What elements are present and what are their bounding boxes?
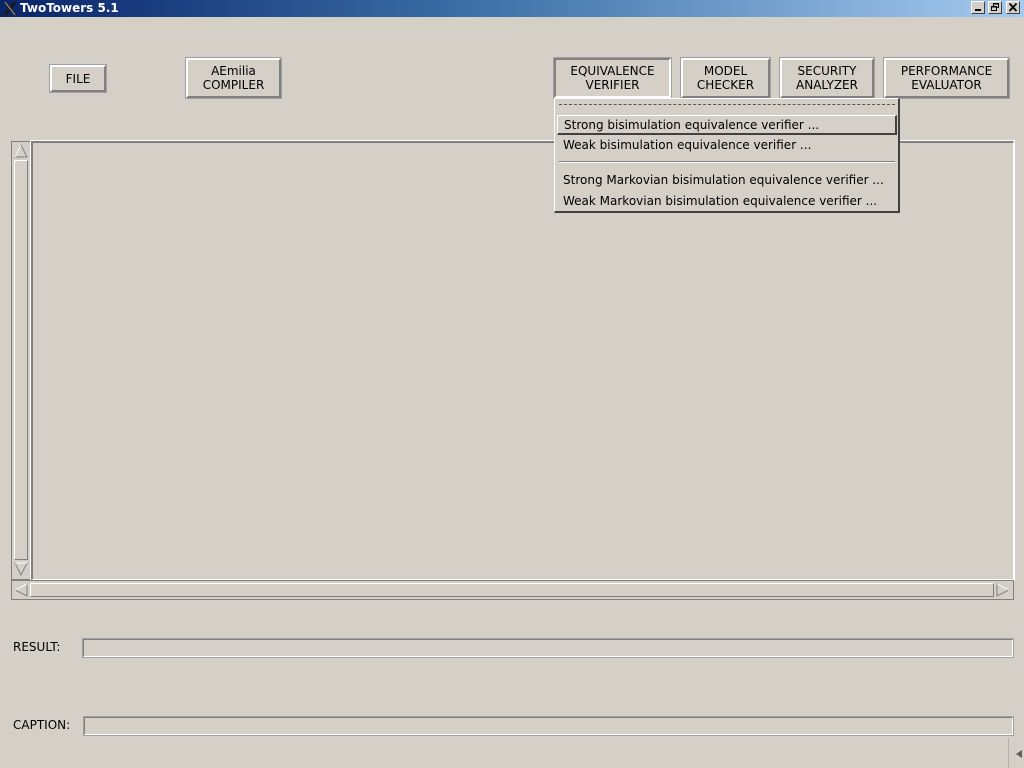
scroll-right-arrow-icon[interactable] xyxy=(996,583,1010,597)
menu-item-weak-markovian-bisimulation[interactable]: Weak Markovian bisimulation equivalence … xyxy=(557,192,897,212)
minimize-icon xyxy=(975,9,981,11)
close-button[interactable] xyxy=(1006,1,1020,14)
menu-tearoff[interactable] xyxy=(559,104,895,105)
caption-label: CAPTION: xyxy=(13,718,71,732)
horizontal-scroll-thumb[interactable] xyxy=(30,583,994,597)
model-checker-button[interactable]: MODEL CHECKER xyxy=(680,57,771,99)
window-title: TwoTowers 5.1 xyxy=(20,1,119,15)
menu-item-strong-markovian-bisimulation[interactable]: Strong Markovian bisimulation equivalenc… xyxy=(557,171,897,191)
vertical-scroll-thumb[interactable] xyxy=(14,160,28,560)
equivalence-verifier-menu: Strong bisimulation equivalence verifier… xyxy=(554,98,900,213)
result-label: RESULT: xyxy=(13,640,61,654)
menu-item-weak-bisimulation[interactable]: Weak bisimulation equivalence verifier .… xyxy=(557,136,897,156)
twotowers-window: TwoTowers 5.1 FILE AEmilia COMPILER EQUI… xyxy=(0,0,1024,768)
scroll-down-arrow-icon[interactable] xyxy=(14,562,28,576)
small-left-arrow-icon xyxy=(1016,750,1022,758)
title-bar[interactable]: TwoTowers 5.1 xyxy=(0,0,1024,17)
horizontal-scrollbar[interactable] xyxy=(11,580,1014,600)
minimize-button[interactable] xyxy=(971,1,985,14)
corner-grip[interactable] xyxy=(1008,738,1024,768)
equivalence-verifier-button[interactable]: EQUIVALENCE VERIFIER xyxy=(553,57,672,99)
menu-item-strong-bisimulation[interactable]: Strong bisimulation equivalence verifier… xyxy=(557,115,897,135)
scroll-up-arrow-icon[interactable] xyxy=(14,144,28,158)
performance-evaluator-button[interactable]: PERFORMANCE EVALUATOR xyxy=(883,57,1010,99)
scroll-left-arrow-icon[interactable] xyxy=(14,583,28,597)
restore-icon xyxy=(991,3,999,11)
result-field[interactable] xyxy=(82,638,1014,658)
aemilia-compiler-button[interactable]: AEmilia COMPILER xyxy=(185,57,282,99)
file-button[interactable]: FILE xyxy=(49,64,107,93)
security-analyzer-button[interactable]: SECURITY ANALYZER xyxy=(779,57,875,99)
vertical-scrollbar[interactable] xyxy=(11,141,31,580)
x-window-icon xyxy=(3,2,17,15)
caption-field[interactable] xyxy=(83,716,1014,736)
maximize-button[interactable] xyxy=(988,1,1002,14)
menu-separator xyxy=(559,161,895,163)
close-icon xyxy=(1008,3,1018,12)
